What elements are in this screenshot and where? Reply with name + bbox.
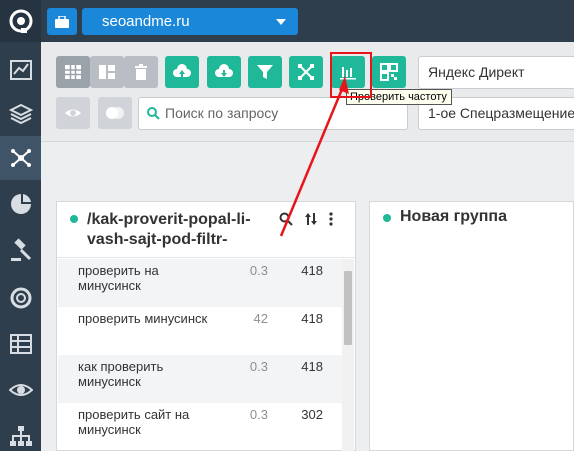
columns-icon [99,65,115,79]
frequency: 0.3 [249,359,268,374]
briefcase-icon [55,15,69,28]
more-vertical-icon[interactable] [329,212,333,226]
gavel-icon[interactable] [0,228,41,272]
group-title: Новая группа [400,208,507,225]
qr-icon [380,63,398,81]
toggle-mode-button[interactable] [98,97,132,129]
keyword: проверить на минусинск [78,263,159,293]
keyword-list: проверить на минусинск 0.3 418 проверить… [58,259,342,451]
expand-button[interactable] [289,56,323,88]
frequency: 0.3 [249,407,268,422]
trash-icon [135,64,147,80]
view-table-button[interactable] [56,56,90,88]
grid-icon [65,65,81,79]
keyword: как проверить минусинск [78,359,164,389]
count: 418 [301,359,323,374]
network-icon[interactable] [0,136,41,180]
keyword: проверить сайт на минусинск [78,407,190,437]
sort-icon[interactable] [305,212,317,226]
pie-icon[interactable] [0,182,41,226]
cloud-upload-icon [173,64,191,77]
project-select[interactable]: seoandme.ru [82,8,298,35]
filter-button[interactable] [248,56,282,88]
status-dot [383,214,391,222]
count: 302 [301,407,323,422]
expand-icon [298,64,314,80]
platform-select[interactable]: Яндекс Директ [418,56,574,89]
toolbar: Яндекс Директ Поиск по запросу 1-ое Спец… [41,42,574,142]
annotation-highlight-box [330,52,372,98]
view-columns-button[interactable] [90,56,124,88]
search-icon [147,107,160,120]
new-group-panel: Новая группа [369,201,574,451]
group-title: /kak-proverit-popal-li-vash-sajt-pod-fil… [87,211,251,248]
layers-icon[interactable] [0,92,41,136]
chart-icon[interactable] [0,48,41,92]
sidebar [0,0,41,451]
frequency: 42 [253,311,268,326]
count: 418 [301,311,323,326]
cloud-download-icon [215,64,233,77]
delete-button[interactable] [124,56,158,88]
table-row[interactable]: проверить минусинск 42 418 [58,307,342,355]
download-button[interactable] [207,56,241,88]
group-panel: /kak-proverit-popal-li-vash-sajt-pod-fil… [56,201,356,451]
project-name: seoandme.ru [102,13,190,30]
upload-button[interactable] [165,56,199,88]
toggle-icon [106,107,124,119]
projects-button[interactable] [47,8,77,35]
group-header: /kak-proverit-popal-li-vash-sajt-pod-fil… [57,202,355,258]
caret-down-icon [276,19,286,25]
table-row[interactable]: как проверить минусинск 0.3 418 [58,355,342,403]
frequency: 0.3 [249,263,268,278]
table-icon[interactable] [0,322,41,366]
table-row[interactable]: проверить на минусинск 0.3 418 [58,259,342,307]
eye-icon[interactable] [0,368,41,412]
table-row[interactable]: проверить сайт на минусинск 0.3 302 [58,403,342,451]
top-bar: seoandme.ru [41,0,574,42]
keyword: проверить минусинск [78,311,208,326]
toggle-visibility-button[interactable] [56,97,90,129]
scrollbar[interactable] [342,259,354,451]
count: 418 [301,263,323,278]
eye-icon [65,109,81,117]
filter-icon [257,65,273,79]
search-icon[interactable] [279,212,293,226]
sitemap-icon[interactable] [0,414,41,451]
scrollbar-thumb[interactable] [344,271,352,345]
search-placeholder: Поиск по запросу [165,105,279,121]
status-dot [70,215,78,223]
lifebuoy-icon[interactable] [0,276,41,320]
qr-button[interactable] [372,56,406,88]
logo-icon[interactable] [0,0,41,42]
